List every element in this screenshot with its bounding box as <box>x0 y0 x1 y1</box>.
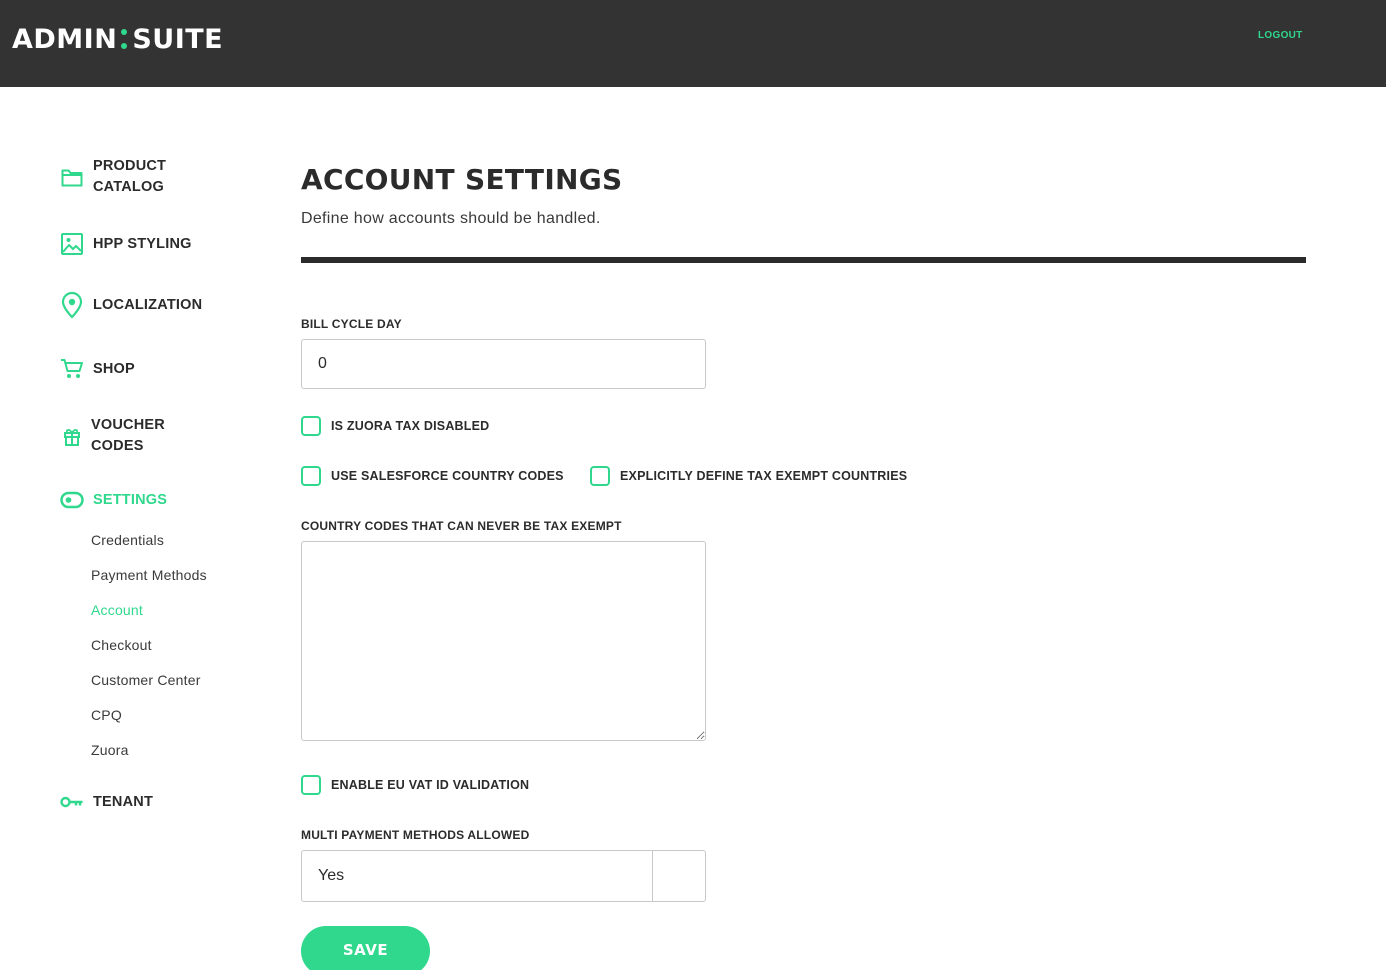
bill-cycle-day-input[interactable] <box>301 339 706 389</box>
checkbox-label: USE SALESFORCE COUNTRY CODES <box>331 469 564 483</box>
salesforce-country-codes-checkbox[interactable]: USE SALESFORCE COUNTRY CODES <box>301 466 564 486</box>
sidebar-item-hpp-styling[interactable]: HPP STYLING <box>60 232 192 256</box>
bill-cycle-day-label: BILL CYCLE DAY <box>301 317 402 331</box>
cart-icon <box>60 357 84 381</box>
checkbox-box[interactable] <box>301 416 321 436</box>
never-tax-exempt-label: COUNTRY CODES THAT CAN NEVER BE TAX EXEM… <box>301 519 622 533</box>
checkbox-box[interactable] <box>590 466 610 486</box>
settings-subitem-zuora[interactable]: Zuora <box>91 742 129 758</box>
logo-text-left: ADMIN <box>12 23 118 55</box>
save-button[interactable]: SAVE <box>301 926 430 970</box>
sidebar-item-label: HPP STYLING <box>93 235 192 252</box>
admin-suite-logo: ADMIN SUITE <box>12 22 223 56</box>
settings-subitem-customer-center[interactable]: Customer Center <box>91 672 201 688</box>
logo-text-right: SUITE <box>132 23 224 55</box>
zuora-tax-disabled-checkbox[interactable]: IS ZUORA TAX DISABLED <box>301 416 489 436</box>
sidebar-item-label: LOCALIZATION <box>93 296 203 313</box>
page-subtitle: Define how accounts should be handled. <box>301 210 601 227</box>
sidebar-item-label: PRODUCT CATALOG <box>93 158 167 195</box>
sidebar-item-label: SETTINGS <box>93 491 168 508</box>
multi-payment-methods-label: MULTI PAYMENT METHODS ALLOWED <box>301 828 530 842</box>
select-value: Yes <box>318 867 345 884</box>
sidebar-item-localization[interactable]: LOCALIZATION <box>60 291 203 319</box>
gift-icon <box>60 424 84 448</box>
location-pin-icon <box>60 291 84 319</box>
logout-link[interactable]: LOGOUT <box>1258 30 1303 41</box>
select-arrow-divider <box>652 851 653 901</box>
top-bar: ADMIN SUITE LOGOUT <box>0 0 1386 87</box>
sidebar-item-settings[interactable]: SETTINGS <box>60 488 167 512</box>
checkbox-label: ENABLE EU VAT ID VALIDATION <box>331 778 530 792</box>
sidebar-item-label: SHOP <box>93 360 135 377</box>
title-divider <box>301 257 1306 263</box>
toggle-icon <box>60 488 84 512</box>
page-title: ACCOUNT SETTINGS <box>301 163 623 196</box>
settings-subitem-credentials[interactable]: Credentials <box>91 532 164 548</box>
never-tax-exempt-textarea[interactable] <box>301 541 706 741</box>
sidebar-item-label: VOUCHER CODES <box>91 417 165 454</box>
explicit-tax-exempt-checkbox[interactable]: EXPLICITLY DEFINE TAX EXEMPT COUNTRIES <box>590 466 907 486</box>
settings-subitem-cpq[interactable]: CPQ <box>91 707 122 723</box>
eu-vat-validation-checkbox[interactable]: ENABLE EU VAT ID VALIDATION <box>301 775 529 795</box>
key-icon <box>60 790 84 814</box>
sidebar-item-shop[interactable]: SHOP <box>60 357 135 381</box>
settings-subitem-checkout[interactable]: Checkout <box>91 637 152 653</box>
checkbox-label: EXPLICITLY DEFINE TAX EXEMPT COUNTRIES <box>620 469 908 483</box>
folder-icon <box>60 165 84 189</box>
checkbox-label: IS ZUORA TAX DISABLED <box>331 419 490 433</box>
checkbox-box[interactable] <box>301 466 321 486</box>
settings-subitem-account[interactable]: Account <box>91 602 143 618</box>
sidebar-item-tenant[interactable]: TENANT <box>60 790 153 814</box>
sidebar-item-voucher-codes[interactable]: VOUCHER CODES <box>60 415 181 457</box>
logo-dots <box>121 29 128 49</box>
multi-payment-methods-select[interactable]: Yes <box>301 850 706 902</box>
image-icon <box>60 232 84 256</box>
sidebar-item-label: TENANT <box>93 793 154 810</box>
settings-subitem-payment-methods[interactable]: Payment Methods <box>91 567 207 583</box>
sidebar-item-product-catalog[interactable]: PRODUCT CATALOG <box>60 156 203 198</box>
checkbox-box[interactable] <box>301 775 321 795</box>
